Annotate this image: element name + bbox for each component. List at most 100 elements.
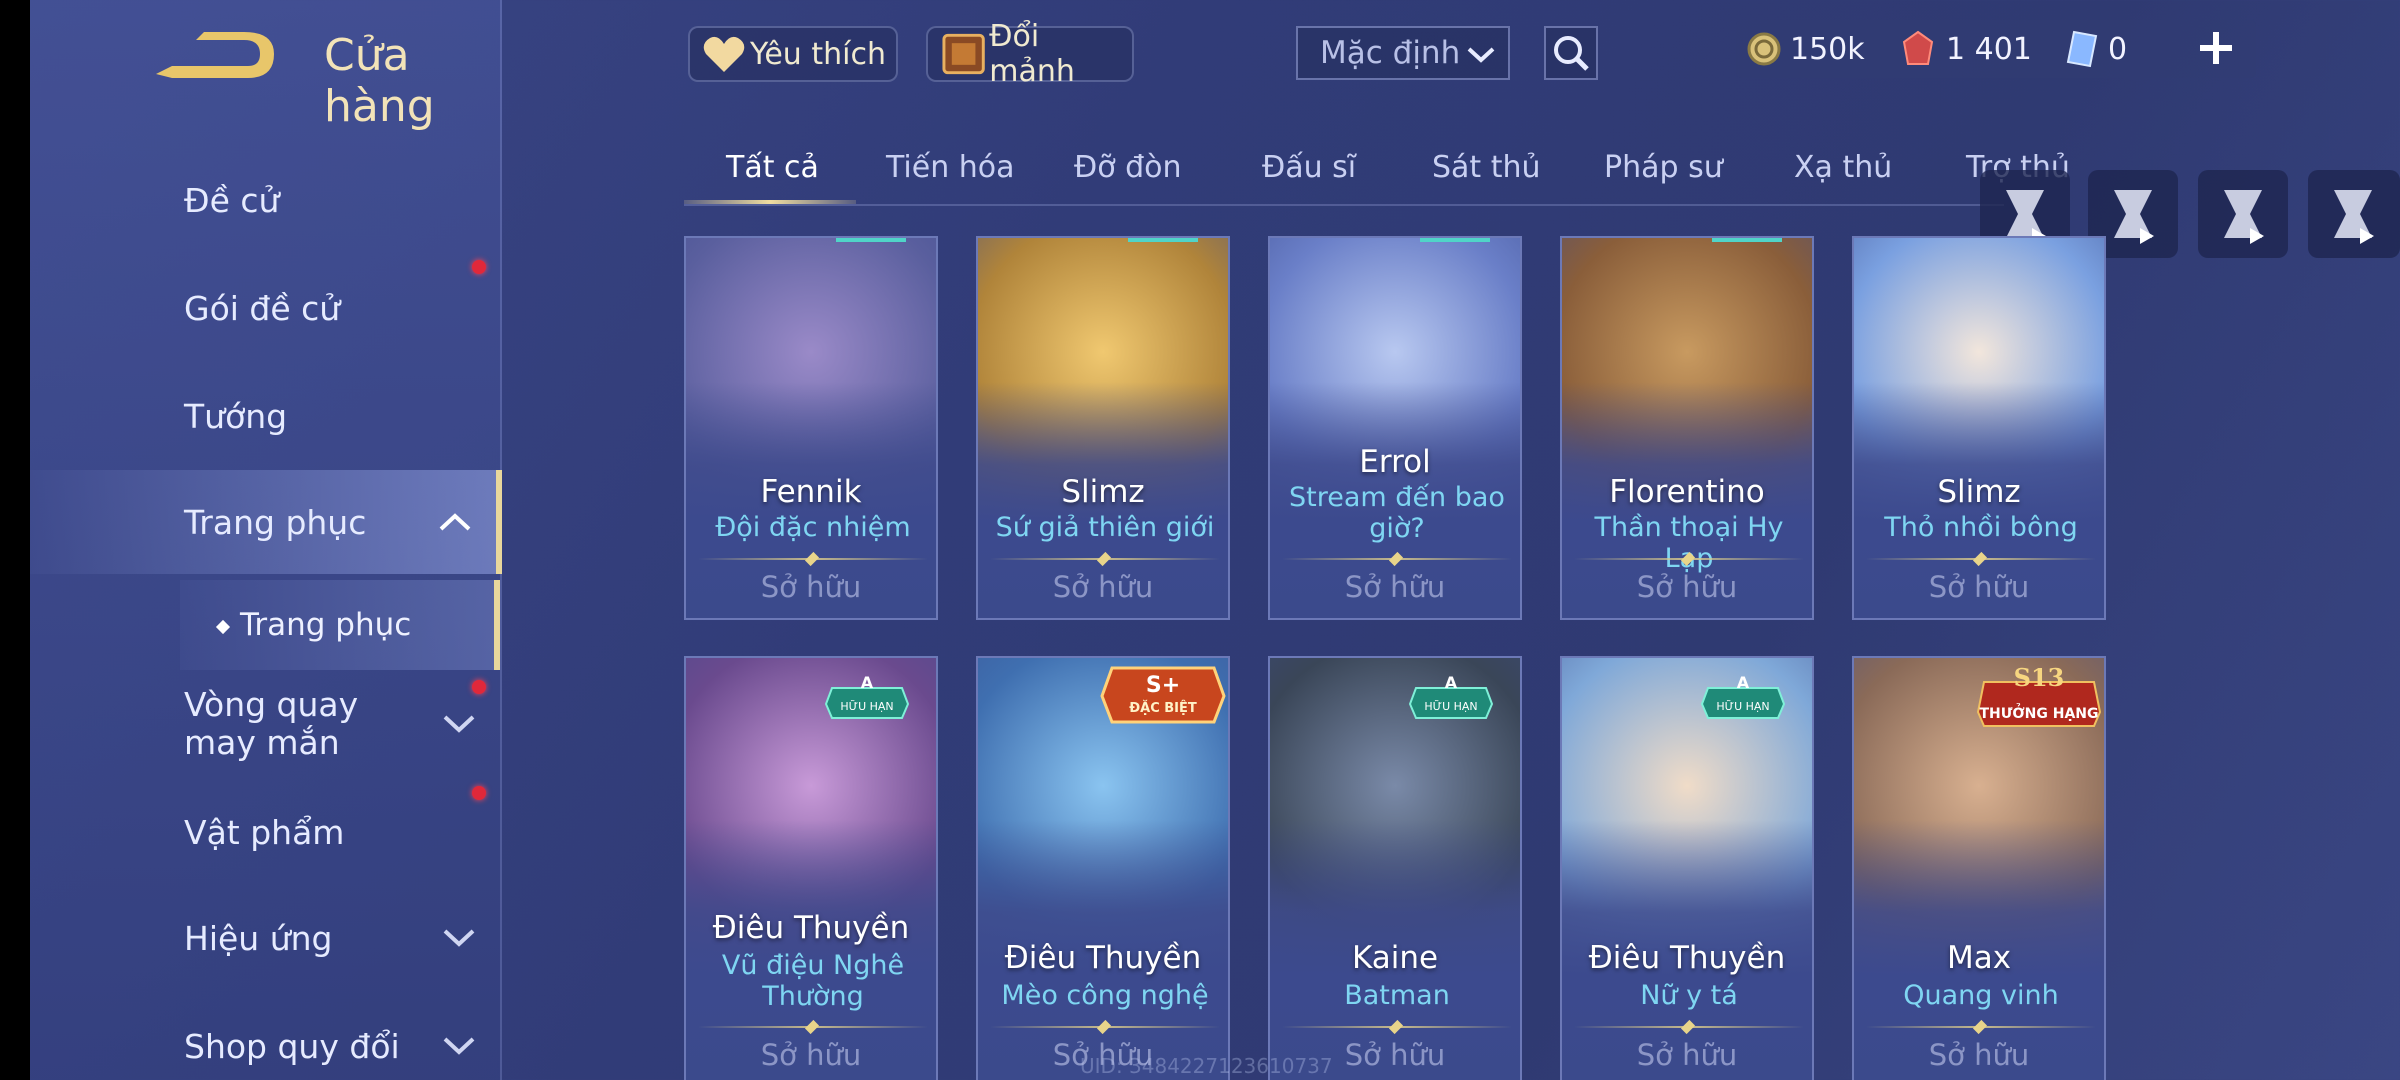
card-top-strip [836, 238, 906, 242]
sidebar-item-skins[interactable]: Trang phục [30, 470, 502, 574]
rank-a-badge: A HỮU HẠN [1700, 676, 1786, 719]
tab-tank[interactable]: Đỡ đòn [1074, 150, 1182, 185]
rank-a-badge: A HỮU HẠN [1408, 676, 1494, 719]
voucher-currency: 1 401 [1902, 28, 2032, 70]
hourglass-play-icon [2224, 190, 2264, 244]
card-top-strip [1128, 238, 1198, 242]
back-arrow-icon[interactable] [152, 30, 282, 90]
token-amount: 0 [2108, 31, 2128, 67]
owned-status: Sở hữu [760, 570, 862, 604]
hero-name: Fennik [760, 474, 862, 510]
notification-dot [472, 260, 486, 274]
svg-text:ĐẶC BIỆT: ĐẶC BIỆT [1129, 700, 1197, 716]
gold-coin-icon [1747, 32, 1781, 66]
skin-card[interactable]: S13 THƯỞNG HẠNG Max Quang vinh Sở hữu [1852, 656, 2106, 1080]
hero-name: Florentino [1609, 474, 1765, 510]
skin-card[interactable]: S+ ĐẶC BIỆT Điêu Thuyền Mèo công nghệ Sở… [976, 656, 1230, 1080]
sort-dropdown[interactable]: Mặc định [1296, 26, 1510, 80]
sidebar-item-heroes[interactable]: Tướng [30, 364, 500, 468]
heart-icon [703, 36, 745, 72]
chevron-down-icon [443, 1037, 475, 1055]
skin-card[interactable]: Florentino Thần thoại Hy Lạp Sở hữu [1560, 236, 1814, 620]
rank-a-badge: A HỮU HẠN [824, 676, 910, 719]
skin-name: Stream đến bao giờ? [1289, 482, 1505, 544]
tab-assassin[interactable]: Sát thủ [1432, 150, 1541, 185]
notification-dot [472, 786, 486, 800]
owned-status: Sở hữu [1052, 570, 1154, 604]
skin-card[interactable]: A HỮU HẠN Điêu Thuyền Vũ điệu Nghê Thườn… [684, 656, 938, 1080]
tab-all[interactable]: Tất cả [726, 150, 819, 185]
svg-text:HỮU HẠN: HỮU HẠN [1716, 700, 1769, 713]
blue-ticket-icon [2066, 30, 2098, 68]
page-title: Cửa hàng [324, 30, 435, 132]
tab-fighter[interactable]: Đấu sĩ [1262, 150, 1356, 185]
skin-card[interactable]: Slimz Sứ giả thiên giới Sở hữu [976, 236, 1230, 620]
sidebar-item-label: Shop quy đổi [184, 1026, 400, 1066]
active-tab-underline [684, 200, 856, 204]
tab-marksman[interactable]: Xạ thủ [1794, 150, 1892, 185]
skin-card[interactable]: A HỮU HẠN Điêu Thuyền Nữ y tá Sở hữu [1560, 656, 1814, 1080]
svg-text:HỮU HẠN: HỮU HẠN [840, 700, 893, 713]
rank-s13-badge: S13 THƯỞNG HẠNG [1976, 663, 2102, 727]
svg-text:S13: S13 [2014, 663, 2065, 692]
sidebar-item-exchange-shop[interactable]: Shop quy đổi [30, 994, 500, 1080]
skin-card[interactable]: A HỮU HẠN Kaine Batman Sở hữu [1268, 656, 1522, 1080]
skin-name: Nữ y tá [1640, 980, 1738, 1011]
gold-amount: 150k [1790, 31, 1865, 67]
skin-card[interactable]: Fennik Đội đặc nhiệm Sở hữu [684, 236, 938, 620]
owned-status: Sở hữu [760, 1038, 862, 1072]
sidebar-item-recommended[interactable]: Đề cử [30, 148, 500, 252]
sort-dropdown-value: Mặc định [1320, 35, 1461, 71]
owned-status: Sở hữu [1636, 570, 1738, 604]
chevron-down-icon [1467, 47, 1495, 63]
skin-name: Mèo công nghệ [1001, 980, 1209, 1011]
exchange-fragments-label: Đổi mảnh [989, 19, 1075, 89]
voucher-amount: 1 401 [1946, 31, 2032, 67]
sidebar-item-items[interactable]: Vật phẩm [30, 780, 500, 884]
plus-icon[interactable] [2196, 28, 2236, 68]
tab-mage[interactable]: Pháp sư [1604, 150, 1723, 185]
sidebar-subitem-skins[interactable]: Trang phục [180, 580, 500, 670]
token-currency: 0 [2066, 28, 2127, 70]
skin-name: Thần thoại Hy Lạp [1594, 512, 1784, 574]
exchange-fragments-button[interactable]: Đổi mảnh [926, 19, 1134, 89]
skin-card[interactable]: Errol Stream đến bao giờ? Sở hữu [1268, 236, 1522, 620]
card-fragment-icon [942, 33, 985, 75]
chevron-down-icon [443, 715, 475, 733]
sidebar-item-label: Vòng quay may mắn [184, 685, 359, 762]
sidebar-item-label: Hiệu ứng [184, 918, 333, 958]
tab-evolution[interactable]: Tiến hóa [886, 150, 1015, 185]
sidebar-item-bundles[interactable]: Gói đề cử [30, 256, 500, 360]
quick-action-button[interactable] [2198, 170, 2288, 258]
chevron-down-icon [443, 929, 475, 947]
category-tabs: Tất cả Tiến hóa Đỡ đòn Đấu sĩ Sát thủ Ph… [684, 138, 2070, 206]
sidebar-item-lucky-wheel[interactable]: Vòng quay may mắn [30, 672, 500, 776]
svg-text:A: A [1737, 676, 1750, 692]
owned-status: Sở hữu [1344, 570, 1446, 604]
search-button[interactable] [1544, 26, 1598, 80]
hero-name: Errol [1359, 444, 1431, 480]
sidebar-item-label: Vật phẩm [184, 812, 345, 852]
svg-text:A: A [1445, 676, 1458, 692]
svg-text:THƯỞNG HẠNG: THƯỞNG HẠNG [1979, 703, 2098, 722]
svg-text:HỮU HẠN: HỮU HẠN [1424, 700, 1477, 713]
hero-name: Max [1946, 940, 2012, 976]
hero-name: Slimz [1061, 474, 1145, 510]
skin-name: Thỏ nhồi bông [1884, 512, 2078, 543]
tabs-baseline [684, 204, 2004, 206]
favorites-button[interactable]: Yêu thích [688, 26, 898, 82]
hero-name: Slimz [1937, 474, 2021, 510]
hero-name: Kaine [1351, 940, 1439, 976]
skin-name: Batman [1344, 980, 1450, 1011]
left-bezel [0, 0, 30, 1080]
owned-status: Sở hữu [1636, 1038, 1738, 1072]
skin-name: Vũ điệu Nghê Thường [721, 950, 905, 1012]
gold-currency: 150k [1746, 28, 1865, 70]
hero-name: Điêu Thuyền [712, 910, 910, 946]
sidebar-item-label: Gói đề cử [184, 288, 341, 328]
card-top-strip [1420, 238, 1490, 242]
quick-action-button[interactable] [2308, 170, 2400, 258]
notification-dot [472, 680, 486, 694]
sidebar-item-effects[interactable]: Hiệu ứng [30, 886, 500, 990]
skin-card[interactable]: Slimz Thỏ nhồi bông Sở hữu [1852, 236, 2106, 620]
